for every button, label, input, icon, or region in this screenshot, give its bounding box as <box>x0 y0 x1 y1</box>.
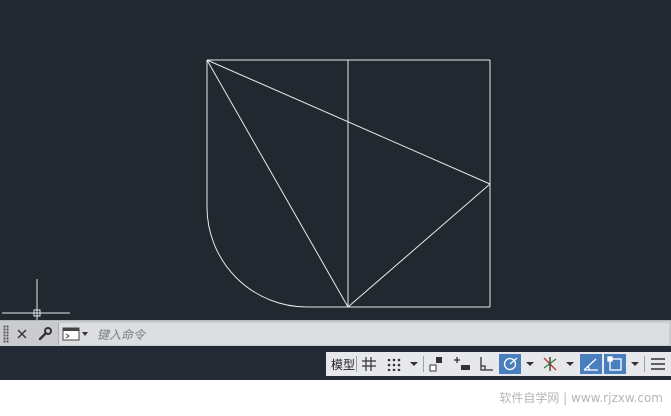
osnap-dropdown-icon[interactable] <box>628 354 642 374</box>
isodraft-dropdown-icon[interactable] <box>563 354 577 374</box>
model-tab[interactable]: 模型 <box>328 354 358 374</box>
snap-mode-icon[interactable] <box>383 354 405 374</box>
customize-menu-icon[interactable] <box>648 354 668 374</box>
divider <box>423 356 424 372</box>
object-snap-icon[interactable] <box>604 354 626 374</box>
diagonal-line-c <box>347 183 491 308</box>
crosshair-cursor <box>2 279 70 320</box>
grid-icon[interactable] <box>359 354 379 374</box>
corner-arc <box>206 206 308 308</box>
ortho-mode-icon[interactable] <box>476 354 496 374</box>
divider <box>356 356 357 372</box>
isodraft-icon[interactable] <box>539 354 561 374</box>
drawing-geometry <box>2 59 491 320</box>
divider <box>644 356 645 372</box>
dynamic-input-icon[interactable] <box>451 354 473 374</box>
diagonal-line-a <box>206 59 349 308</box>
watermark-text: 软件自学网 | www.rjzxw.com <box>499 391 663 405</box>
polar-tracking-icon[interactable] <box>499 354 521 374</box>
command-input-box[interactable]: 键入命令 <box>58 323 669 345</box>
drawing-canvas[interactable] <box>0 0 671 320</box>
command-line: 键入命令 <box>0 320 671 347</box>
wrench-icon[interactable] <box>36 324 54 344</box>
snap-dropdown-icon[interactable] <box>407 354 421 374</box>
status-bar: 模型 <box>0 346 671 380</box>
close-icon[interactable] <box>14 324 30 344</box>
command-input-placeholder: 键入命令 <box>97 328 146 342</box>
object-snap-tracking-icon[interactable] <box>580 354 602 374</box>
status-bar-tools: 模型 <box>326 352 671 376</box>
polar-dropdown-icon[interactable] <box>523 354 537 374</box>
command-line-grip[interactable] <box>3 325 9 343</box>
command-history-icon[interactable] <box>62 324 90 344</box>
infer-constraints-icon[interactable] <box>427 354 447 374</box>
